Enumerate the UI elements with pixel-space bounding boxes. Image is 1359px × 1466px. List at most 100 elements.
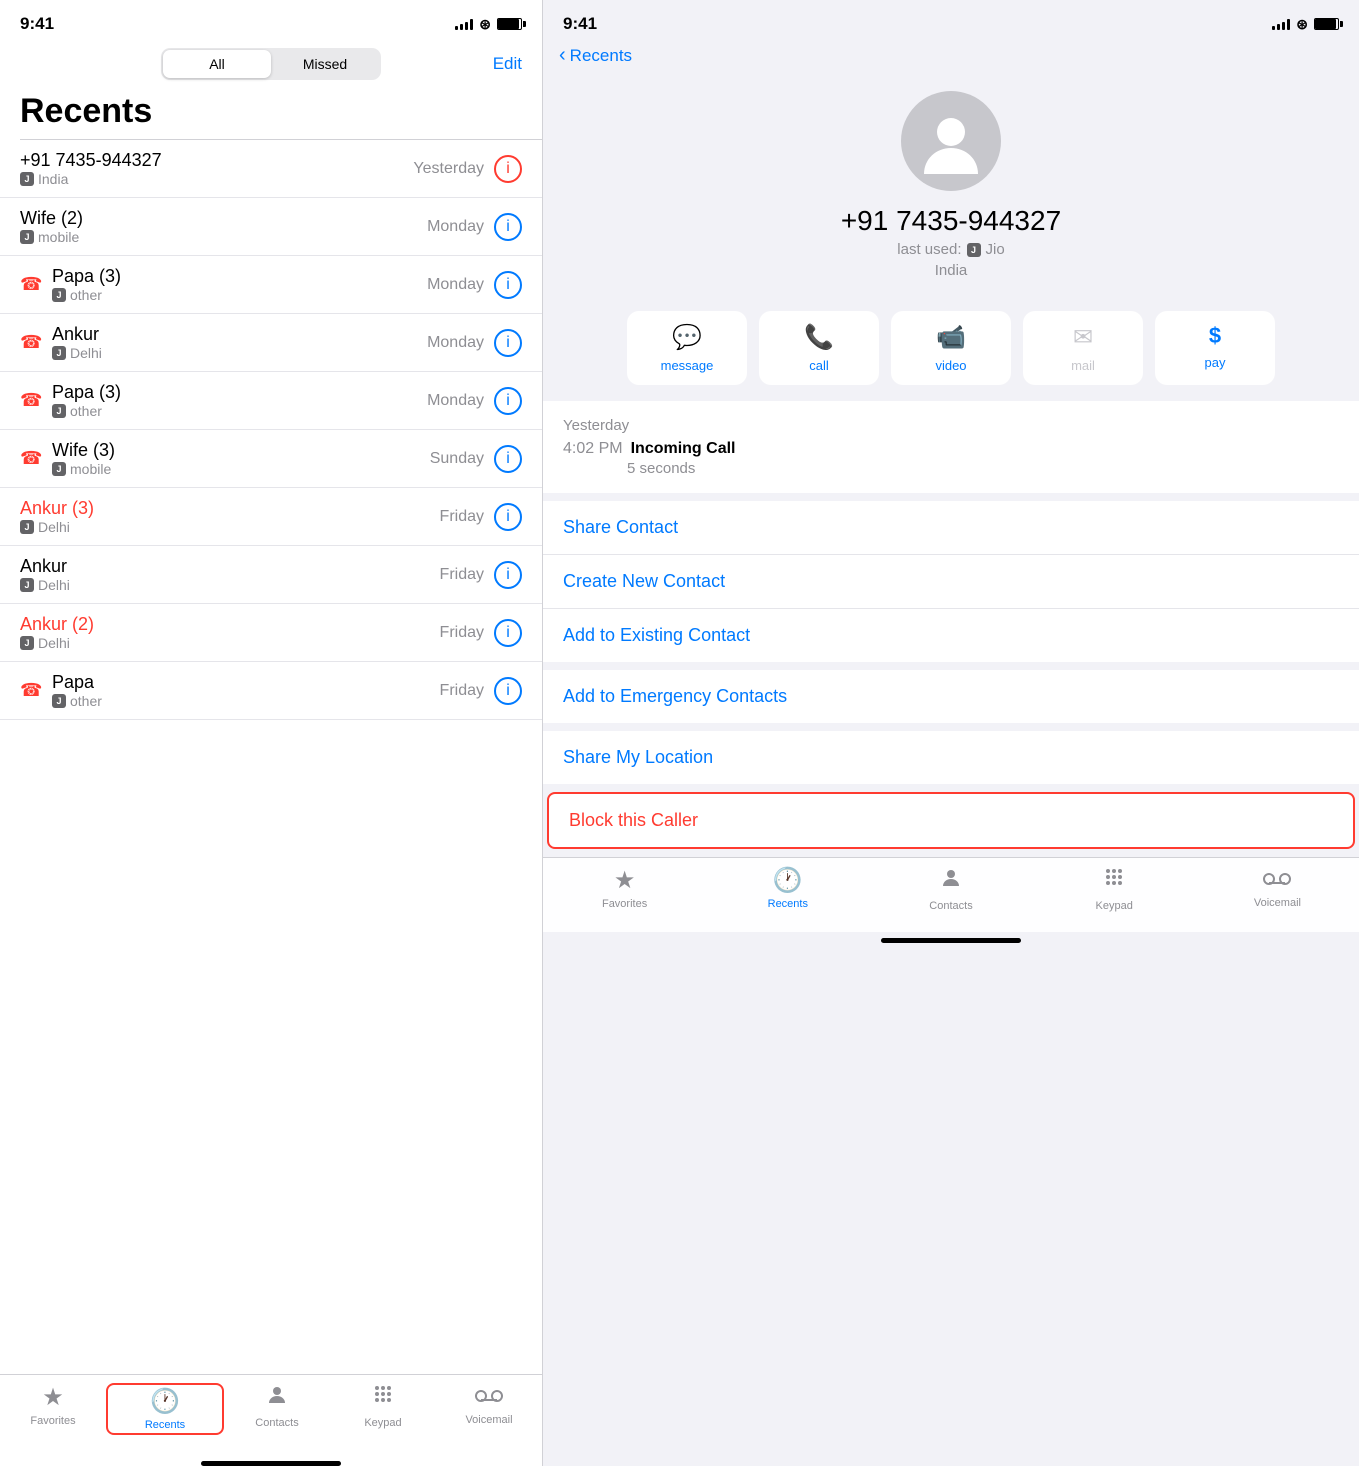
keypad-icon-left (371, 1383, 395, 1414)
back-chevron-icon: ‹ (559, 44, 566, 67)
tab-favorites-left[interactable]: ★ Favorites (0, 1383, 106, 1435)
call-duration: 5 seconds (563, 460, 1339, 477)
signal-bar-4 (470, 19, 473, 30)
call-time: 4:02 PM (563, 440, 623, 458)
info-button-7[interactable]: i (494, 561, 522, 589)
recent-sub-1: J mobile (20, 229, 83, 245)
call-entry: 4:02 PM Incoming Call (563, 440, 1339, 458)
recent-name-8: Ankur (2) (20, 614, 94, 635)
tab-favorites-right[interactable]: ★ Favorites (543, 866, 706, 912)
carrier-badge-1: J (20, 230, 34, 244)
recent-item-5[interactable]: ☎ Wife (3) J mobile Sunday i (0, 430, 542, 488)
info-button-0[interactable]: i (494, 155, 522, 183)
recent-item-8[interactable]: Ankur (2) J Delhi Friday i (0, 604, 542, 662)
tab-recents-left[interactable]: 🕐 Recents (106, 1383, 224, 1435)
edit-button[interactable]: Edit (493, 54, 522, 74)
missed-call-icon-2: ☎ (20, 274, 42, 295)
voicemail-label-right: Voicemail (1254, 897, 1301, 909)
recents-list: +91 7435-944327 J India Yesterday i Wife… (0, 140, 542, 1374)
mail-label: mail (1071, 358, 1095, 373)
signal-bar-3 (465, 22, 468, 30)
recent-item-7[interactable]: Ankur J Delhi Friday i (0, 546, 542, 604)
recent-date-4: Monday (427, 392, 484, 410)
recent-date-1: Monday (427, 218, 484, 236)
missed-call-icon-3: ☎ (20, 332, 42, 353)
recent-date-6: Friday (440, 508, 484, 526)
back-label: Recents (570, 46, 632, 66)
add-to-existing-contact-item[interactable]: Add to Existing Contact (543, 609, 1359, 662)
tab-keypad-right[interactable]: Keypad (1033, 866, 1196, 912)
share-my-location-item[interactable]: Share My Location (543, 731, 1359, 784)
create-new-contact-item[interactable]: Create New Contact (543, 555, 1359, 609)
contact-menu-section-3: Share My Location (543, 731, 1359, 784)
info-button-5[interactable]: i (494, 445, 522, 473)
recent-name-6: Ankur (3) (20, 498, 94, 519)
call-type: Incoming Call (631, 440, 736, 458)
tab-contacts-left[interactable]: Contacts (224, 1383, 330, 1435)
right-time: 9:41 (563, 14, 597, 34)
recent-info-7: Ankur J Delhi (20, 556, 70, 593)
info-button-4[interactable]: i (494, 387, 522, 415)
message-label: message (661, 358, 714, 373)
recent-item-6[interactable]: Ankur (3) J Delhi Friday i (0, 488, 542, 546)
recent-item-9[interactable]: ☎ Papa J other Friday i (0, 662, 542, 720)
block-caller-wrapper: Block this Caller (547, 792, 1355, 849)
contact-carrier: last used: J Jio (897, 241, 1004, 258)
recent-item-0[interactable]: +91 7435-944327 J India Yesterday i (0, 140, 542, 198)
favorites-icon-right: ★ (614, 866, 636, 895)
contacts-icon-right (939, 866, 963, 897)
message-button[interactable]: 💬 message (627, 311, 747, 385)
mail-button[interactable]: ✉ mail (1023, 311, 1143, 385)
recent-right-5: Sunday i (430, 445, 522, 473)
recent-date-7: Friday (440, 566, 484, 584)
tab-contacts-right[interactable]: Contacts (869, 866, 1032, 912)
segment-missed[interactable]: Missed (271, 50, 379, 78)
pay-button[interactable]: $ pay (1155, 311, 1275, 385)
back-button[interactable]: ‹ Recents (559, 44, 1343, 67)
recent-item-1[interactable]: Wife (2) J mobile Monday i (0, 198, 542, 256)
recent-item-3[interactable]: ☎ Ankur J Delhi Monday i (0, 314, 542, 372)
recent-info-6: Ankur (3) J Delhi (20, 498, 94, 535)
favorites-label-right: Favorites (602, 898, 647, 910)
share-contact-item[interactable]: Share Contact (543, 501, 1359, 555)
recent-info-0: +91 7435-944327 J India (20, 150, 162, 187)
info-button-1[interactable]: i (494, 213, 522, 241)
info-button-6[interactable]: i (494, 503, 522, 531)
carrier-badge-4: J (52, 404, 66, 418)
recent-right-0: Yesterday i (413, 155, 522, 183)
recent-right-8: Friday i (440, 619, 522, 647)
battery-icon (497, 18, 522, 30)
recent-item-4[interactable]: ☎ Papa (3) J other Monday i (0, 372, 542, 430)
recent-item-left-7: Ankur J Delhi (20, 556, 440, 593)
call-button[interactable]: 📞 call (759, 311, 879, 385)
add-to-emergency-item[interactable]: Add to Emergency Contacts (543, 670, 1359, 723)
favorites-icon-left: ★ (42, 1383, 64, 1412)
info-button-8[interactable]: i (494, 619, 522, 647)
action-buttons: 💬 message 📞 call 📹 video ✉ mail $ pay (543, 295, 1359, 401)
battery-fill (498, 19, 519, 29)
recent-item-2[interactable]: ☎ Papa (3) J other Monday i (0, 256, 542, 314)
recent-date-3: Monday (427, 334, 484, 352)
video-button[interactable]: 📹 video (891, 311, 1011, 385)
recent-date-2: Monday (427, 276, 484, 294)
segment-all[interactable]: All (163, 50, 271, 78)
contact-header: +91 7435-944327 last used: J Jio India (543, 71, 1359, 295)
contact-menu-section-2: Add to Emergency Contacts (543, 670, 1359, 723)
contacts-label-right: Contacts (929, 900, 972, 912)
tab-keypad-left[interactable]: Keypad (330, 1383, 436, 1435)
tab-recents-right[interactable]: 🕐 Recents (706, 866, 869, 912)
tab-voicemail-right[interactable]: Voicemail (1196, 866, 1359, 912)
missed-call-icon-4: ☎ (20, 390, 42, 411)
info-button-3[interactable]: i (494, 329, 522, 357)
info-button-9[interactable]: i (494, 677, 522, 705)
info-button-2[interactable]: i (494, 271, 522, 299)
block-caller-item[interactable]: Block this Caller (549, 794, 1353, 847)
voicemail-label-left: Voicemail (465, 1414, 512, 1426)
recent-sub-8: J Delhi (20, 635, 94, 651)
recent-date-5: Sunday (430, 450, 484, 468)
carrier-badge-3: J (52, 346, 66, 360)
tab-voicemail-left[interactable]: Voicemail (436, 1383, 542, 1435)
recent-right-7: Friday i (440, 561, 522, 589)
video-label: video (935, 358, 966, 373)
recent-item-left-9: ☎ Papa J other (20, 672, 440, 709)
